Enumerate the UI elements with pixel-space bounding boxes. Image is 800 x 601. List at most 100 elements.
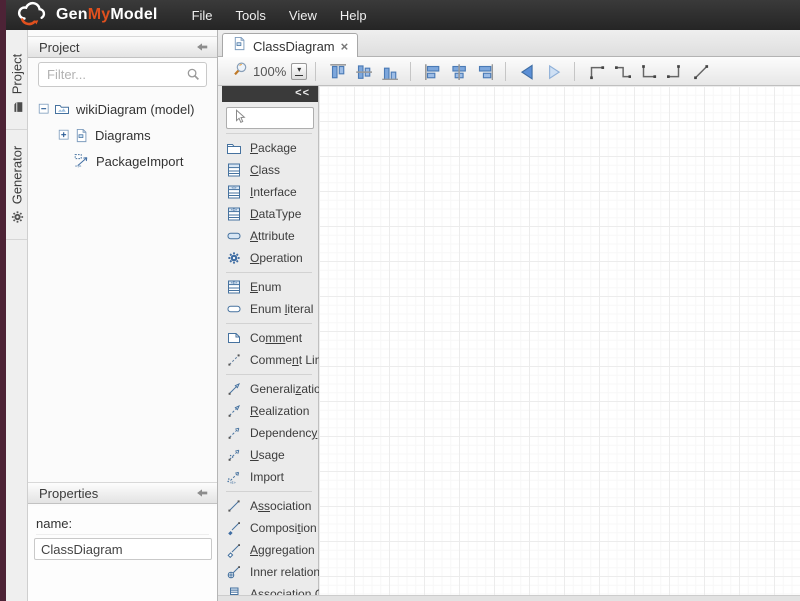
cloud-logo-icon <box>14 0 50 31</box>
connector-step-button[interactable] <box>583 59 609 83</box>
sidebar-tab-project[interactable]: Project <box>6 38 27 130</box>
class-icon <box>226 162 242 178</box>
palette-tool-enum-literal[interactable]: Enum literal <box>218 298 318 320</box>
zoom-dropdown-button[interactable]: ▾ <box>291 63 307 80</box>
palette-tool-label: Usage <box>250 448 285 462</box>
palette-tool-label: Comment <box>250 331 302 345</box>
usage-icon <box>226 447 242 463</box>
connector-straight-icon <box>691 62 709 80</box>
menubar: FileToolsViewHelp <box>192 1 390 30</box>
palette-tool-datatype[interactable]: «D» DataType <box>218 203 318 225</box>
collapse-expander-icon[interactable] <box>38 103 51 116</box>
palette-tool-label: Package <box>250 141 297 155</box>
connector-corner2-button[interactable] <box>661 59 687 83</box>
tab-title: ClassDiagram <box>253 39 335 54</box>
package-import-icon: «I» <box>74 153 90 169</box>
palette-tool-label: DataType <box>250 207 301 221</box>
palette-tool-generalization[interactable]: Generalization <box>218 378 318 400</box>
align-top-button[interactable] <box>324 59 350 83</box>
inner-relation-icon <box>226 564 242 580</box>
diagram-file-icon <box>232 36 247 56</box>
palette-tool-enum[interactable]: «E»Enum <box>218 276 318 298</box>
horizontal-scrollbar[interactable] <box>218 595 800 601</box>
menu-file[interactable]: File <box>192 1 236 30</box>
palette-tool-comment[interactable]: Comment <box>218 327 318 349</box>
palette-tool-inner-relation[interactable]: Inner relation <box>218 561 318 583</box>
palette-tool-label: Inner relation <box>250 565 320 579</box>
sidebar-tab-generator[interactable]: Generator <box>6 130 27 240</box>
flip-right-button[interactable] <box>540 59 566 83</box>
svg-text:«E»: «E» <box>231 281 237 285</box>
tab-classdiagram[interactable]: ClassDiagram × <box>222 33 358 58</box>
palette-tool-realization[interactable]: Realization <box>218 400 318 422</box>
palette-tool-operation[interactable]: Operation <box>218 247 318 269</box>
align-left-button[interactable] <box>419 59 445 83</box>
name-field[interactable] <box>34 538 212 560</box>
palette-tool-class[interactable]: Class <box>218 159 318 181</box>
genmymodel-logo[interactable]: GenMyModel <box>6 0 158 31</box>
project-panel-header: Project <box>28 36 217 58</box>
palette-separator <box>226 491 312 492</box>
align-left-icon <box>423 62 441 80</box>
model-folder-icon <box>54 101 70 117</box>
menu-view[interactable]: View <box>289 1 340 30</box>
connector-straight-button[interactable] <box>687 59 713 83</box>
palette-tool-usage[interactable]: Usage <box>218 444 318 466</box>
project-tree: wikiDiagram (model)Diagrams «I» PackageImp… <box>28 96 217 174</box>
filter-input[interactable] <box>38 62 207 87</box>
align-bottom-button[interactable] <box>376 59 402 83</box>
properties-body: name: <box>28 506 217 601</box>
close-tab-icon[interactable]: × <box>341 40 349 53</box>
toolbar-separator <box>505 62 506 81</box>
menu-help[interactable]: Help <box>340 1 390 30</box>
svg-text:«I»: «I» <box>75 164 82 169</box>
flip-left-button[interactable] <box>514 59 540 83</box>
comment-link-icon <box>226 352 242 368</box>
operation-icon <box>226 250 242 266</box>
connector-zigzag-button[interactable] <box>609 59 635 83</box>
svg-text:«D»: «D» <box>231 208 238 212</box>
align-center-button[interactable] <box>445 59 471 83</box>
enum-literal-icon <box>226 301 242 317</box>
tree-item[interactable]: «I» PackageImport <box>28 148 217 174</box>
connector-step-icon <box>587 62 605 80</box>
align-right-icon <box>475 62 493 80</box>
tree-item-label: PackageImport <box>96 154 183 169</box>
gear-icon <box>10 210 24 224</box>
diagram-canvas[interactable] <box>319 86 800 601</box>
sidebar-tab-label: Generator <box>9 145 24 204</box>
palette-tool-import[interactable]: «I»Import <box>218 466 318 488</box>
selection-tool-button[interactable] <box>226 107 314 129</box>
align-center-icon <box>449 62 467 80</box>
toolbar-separator <box>410 62 411 81</box>
palette-tool-interface[interactable]: «I»Interface <box>218 181 318 203</box>
package-icon <box>226 140 242 156</box>
logo-text: GenMyModel <box>56 6 158 24</box>
palette-tool-association[interactable]: Association <box>218 495 318 517</box>
tree-item[interactable]: Diagrams <box>28 122 217 148</box>
palette-separator <box>226 133 312 134</box>
palette-tool-comment-link[interactable]: Comment Link <box>218 349 318 371</box>
palette-tool-dependency[interactable]: Dependency <box>218 422 318 444</box>
diagram-toolbar: 100% ▾ <box>218 57 800 86</box>
connector-corner2-icon <box>665 62 683 80</box>
import-icon: «I» <box>226 469 242 485</box>
palette-tool-package[interactable]: Package <box>218 137 318 159</box>
palette-collapse-button[interactable]: << <box>222 86 318 102</box>
palette-tool-aggregation[interactable]: Aggregation <box>218 539 318 561</box>
svg-text:«I»: «I» <box>230 480 237 485</box>
project-tab-icon <box>10 100 24 114</box>
menu-tools[interactable]: Tools <box>236 1 289 30</box>
connector-corner-button[interactable] <box>635 59 661 83</box>
aggregation-icon <box>226 542 242 558</box>
align-right-button[interactable] <box>471 59 497 83</box>
collapse-panel-arrow-icon[interactable] <box>195 40 209 54</box>
expand-expander-icon[interactable] <box>58 129 71 142</box>
align-middle-button[interactable] <box>350 59 376 83</box>
tree-item[interactable]: wikiDiagram (model) <box>28 96 217 122</box>
dependency-icon <box>226 425 242 441</box>
collapse-panel-arrow-icon[interactable] <box>195 486 209 500</box>
search-icon <box>186 67 201 87</box>
palette-tool-composition[interactable]: Composition <box>218 517 318 539</box>
palette-tool-attribute[interactable]: Attribute <box>218 225 318 247</box>
